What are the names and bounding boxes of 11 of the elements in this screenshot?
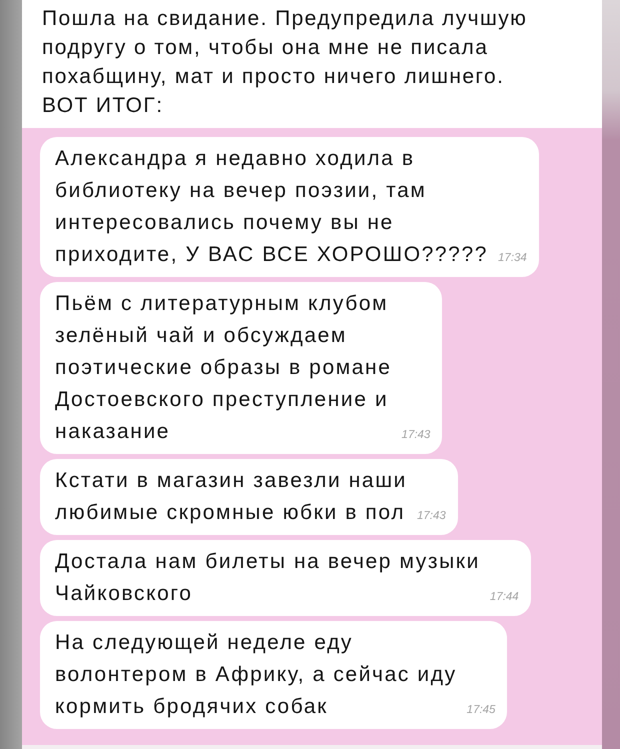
message-time: 17:43 — [402, 428, 430, 443]
message-time: 17:34 — [498, 251, 527, 266]
message-text: На следующей неделе еду волонтером в Африку, а сейчас иду кормить бродячих собак — [55, 630, 457, 720]
message-text: Кстати в магазин завезли наши любимые скромные юбки в пол — [55, 468, 407, 526]
message-time: 17:43 — [416, 509, 446, 524]
message-text: Александра я недавно ходила в библиотеку на вечер поэзии, там интересовались почему вы не приходите, У ВАС ВСЕ ХОРОШО????? — [55, 146, 488, 268]
caption-text: Пошла на свидание. Предупредила лучшую подругу о том, чтобы она мне не писала похабщину, мат и просто ничего лишнего. ВОТ ИТОГ: — [42, 6, 528, 119]
message-time: 17:45 — [466, 703, 496, 718]
message-text: Пьём с литературным клубом зелёный чай и обсуждаем поэтические образы в романе Достоевского преступление и наказание — [55, 291, 392, 445]
message-text: Достала нам билеты на вечер музыки Чайковского — [55, 549, 480, 607]
message-time: 17:44 — [490, 590, 519, 605]
